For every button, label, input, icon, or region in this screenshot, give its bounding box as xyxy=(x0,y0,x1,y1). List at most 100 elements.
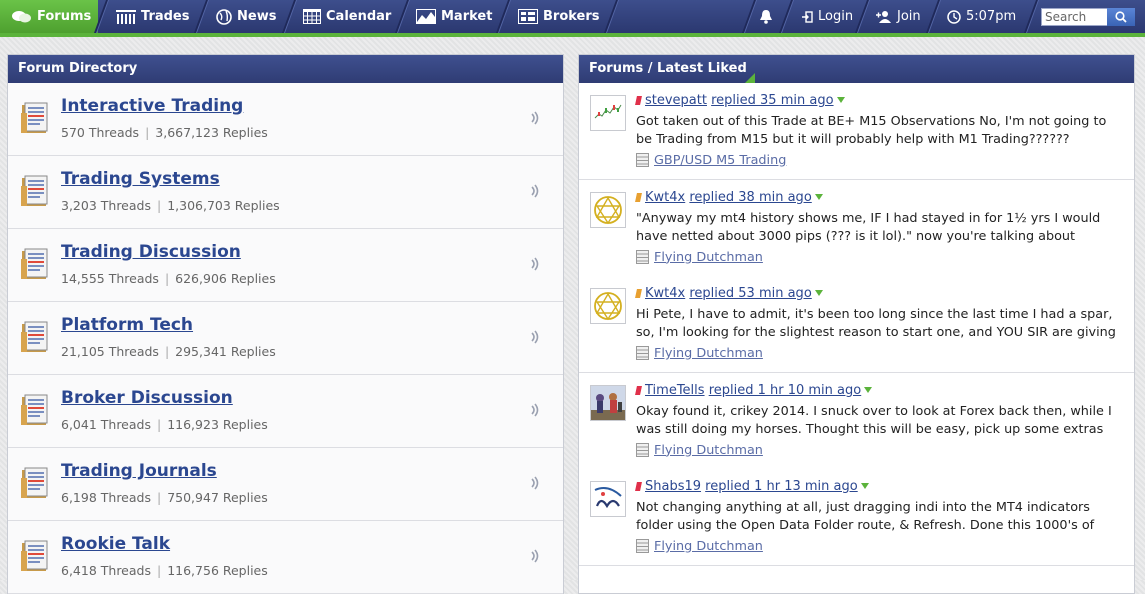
join-link[interactable]: Join xyxy=(876,0,921,33)
latest-liked-head: Forums / Latest Liked xyxy=(579,55,1134,83)
bell-icon xyxy=(760,10,772,24)
bars-icon xyxy=(116,9,136,24)
feed-icon[interactable] xyxy=(530,257,540,271)
username-link[interactable]: TimeTells xyxy=(645,383,705,398)
thread-count: 570 Threads xyxy=(61,125,140,140)
forum-title-link[interactable]: Trading Journals xyxy=(61,461,217,481)
avatar[interactable] xyxy=(590,384,626,421)
post-excerpt: Got taken out of this Trade at BE+ M15 O… xyxy=(636,114,1107,147)
forum-folder-icon xyxy=(21,467,48,498)
clock: 5:07pm xyxy=(947,0,1016,33)
like-arrow-icon[interactable] xyxy=(814,290,823,296)
nav-forums[interactable]: Forums xyxy=(0,0,98,33)
thread-count: 6,418 Threads xyxy=(61,563,151,578)
nav-brokers[interactable]: Brokers xyxy=(518,0,600,33)
stats-divider: | xyxy=(164,271,170,286)
login-icon xyxy=(802,10,813,23)
reply-count: 295,341 Replies xyxy=(175,344,276,359)
stats-divider: | xyxy=(164,344,170,359)
user-flag-icon xyxy=(635,385,642,395)
thread-stack-icon xyxy=(636,249,649,264)
liked-post: Kwt4x replied 38 min ago "Anyway my mt4 … xyxy=(579,179,1134,277)
username-link[interactable]: stevepatt xyxy=(645,93,707,108)
stats-divider: | xyxy=(145,125,150,140)
forum-title-link[interactable]: Broker Discussion xyxy=(61,388,233,408)
forum-row[interactable]: Rookie Talk 6,418 Threads | 116,756 Replie… xyxy=(8,521,563,594)
thread-link[interactable]: Flying Dutchman xyxy=(654,539,763,554)
avatar[interactable] xyxy=(590,191,626,228)
feed-icon[interactable] xyxy=(530,330,540,344)
post-header: TimeTells replied 1 hr 10 min ago xyxy=(635,383,873,398)
avatar[interactable] xyxy=(590,288,626,324)
avatar[interactable] xyxy=(590,95,626,131)
forum-folder-icon xyxy=(21,175,48,206)
feed-icon[interactable] xyxy=(530,403,540,417)
forum-row[interactable]: Trading Discussion 14,555 Threads | 626,90… xyxy=(8,229,563,302)
post-thread: Flying Dutchman xyxy=(636,249,763,265)
forum-row[interactable]: Broker Discussion 6,041 Threads | 116,923 … xyxy=(8,375,563,448)
like-arrow-icon[interactable] xyxy=(836,97,845,103)
forum-title-link[interactable]: Interactive Trading xyxy=(61,96,243,116)
feed-icon[interactable] xyxy=(530,549,540,563)
like-arrow-icon[interactable] xyxy=(860,483,869,489)
latest-liked-title: Forums / Latest Liked xyxy=(589,61,747,76)
post-header: Kwt4x replied 53 min ago xyxy=(635,286,823,301)
feed-icon[interactable] xyxy=(530,476,540,490)
reply-time-link[interactable]: replied 1 hr 10 min ago xyxy=(709,383,862,398)
clock-time: 5:07pm xyxy=(966,9,1017,24)
nav-news[interactable]: News xyxy=(216,0,276,33)
stats-divider: | xyxy=(156,490,162,505)
feed-icon[interactable] xyxy=(530,184,540,198)
liked-post: Shabs19 replied 1 hr 13 min ago Not chan… xyxy=(579,469,1134,566)
thread-link[interactable]: Flying Dutchman xyxy=(654,250,763,265)
reply-count: 626,906 Replies xyxy=(175,271,276,286)
forum-row[interactable]: Interactive Trading 570 Threads | 3,667,12… xyxy=(8,83,563,156)
thread-count: 6,041 Threads xyxy=(61,417,151,432)
reply-count: 116,923 Replies xyxy=(167,417,268,432)
nav-calendar-label: Calendar xyxy=(326,9,392,24)
forum-title-link[interactable]: Platform Tech xyxy=(61,315,193,335)
calendar-icon xyxy=(303,9,321,24)
thread-count: 14,555 Threads xyxy=(61,271,159,286)
like-arrow-icon[interactable] xyxy=(814,193,823,200)
reply-time-link[interactable]: replied 35 min ago xyxy=(711,93,833,108)
thread-link[interactable]: Flying Dutchman xyxy=(654,346,763,361)
user-flag-icon xyxy=(635,289,642,298)
nav-trades-label: Trades xyxy=(141,9,190,24)
forum-row[interactable]: Trading Journals 6,198 Threads | 750,947 R… xyxy=(8,448,563,521)
thread-link[interactable]: GBP/USD M5 Trading xyxy=(654,153,786,168)
join-label: Join xyxy=(897,9,921,24)
user-flag-icon xyxy=(635,192,642,202)
nav-forums-label: Forums xyxy=(37,9,92,24)
username-link[interactable]: Kwt4x xyxy=(645,286,685,301)
avatar[interactable] xyxy=(590,481,626,517)
like-arrow-icon[interactable] xyxy=(864,386,873,393)
post-excerpt: "Anyway my mt4 history shows me, IF I ha… xyxy=(636,210,1101,244)
notifications-bell[interactable] xyxy=(759,0,778,33)
chart-icon xyxy=(416,9,436,24)
thread-link[interactable]: Flying Dutchman xyxy=(654,443,763,458)
forum-title-link[interactable]: Trading Systems xyxy=(61,169,220,189)
forum-folder-icon xyxy=(21,394,48,425)
reply-time-link[interactable]: replied 1 hr 13 min ago xyxy=(705,479,858,494)
reply-time-link[interactable]: replied 38 min ago xyxy=(689,190,811,205)
forum-title-link[interactable]: Rookie Talk xyxy=(61,534,170,554)
clock-icon xyxy=(947,9,961,24)
nav-trades[interactable]: Trades xyxy=(116,0,189,33)
username-link[interactable]: Kwt4x xyxy=(645,190,685,205)
feed-icon[interactable] xyxy=(530,111,540,125)
username-link[interactable]: Shabs19 xyxy=(645,479,701,494)
forum-folder-icon xyxy=(21,540,48,571)
forum-title-link[interactable]: Trading Discussion xyxy=(61,242,241,262)
nav-market[interactable]: Market xyxy=(416,0,492,33)
nav-calendar[interactable]: Calendar xyxy=(303,0,391,33)
nav-market-label: Market xyxy=(441,9,493,24)
thread-stack-icon xyxy=(636,539,649,553)
forum-row[interactable]: Trading Systems 3,203 Threads | 1,306,703 … xyxy=(8,156,563,229)
forum-stats: 570 Threads | 3,667,123 Replies xyxy=(61,125,268,140)
forum-row[interactable]: Platform Tech 21,105 Threads | 295,341 Rep… xyxy=(8,302,563,375)
search-button[interactable] xyxy=(1107,8,1135,26)
login-link[interactable]: Login xyxy=(801,0,853,33)
reply-time-link[interactable]: replied 53 min ago xyxy=(689,286,811,301)
thread-stack-icon xyxy=(636,442,649,457)
